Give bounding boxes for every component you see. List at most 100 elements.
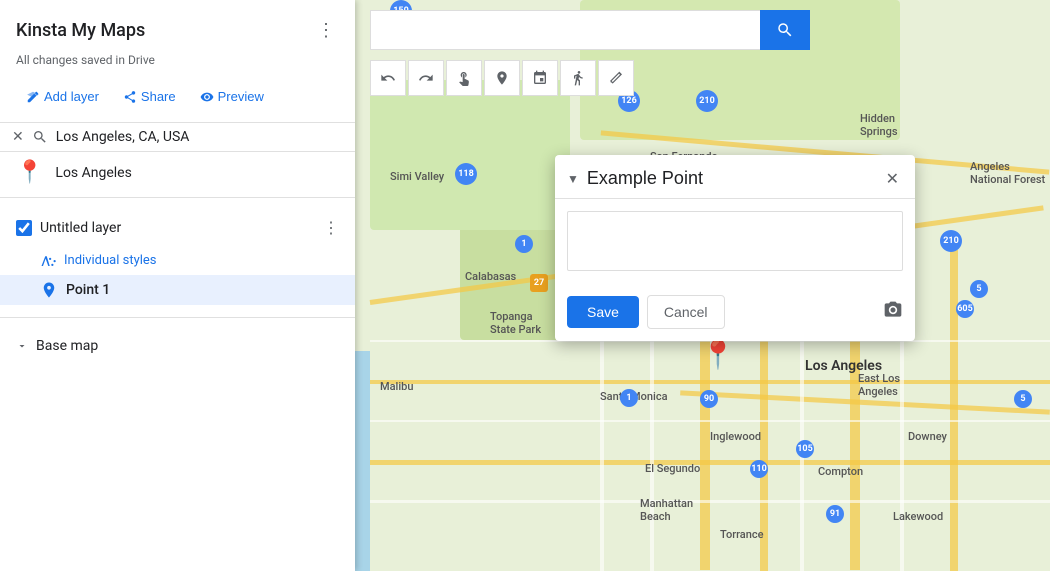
preview-icon bbox=[200, 90, 214, 104]
sidebar-subtitle: All changes saved in Drive bbox=[0, 53, 355, 79]
highway-badge-210b: 210 bbox=[940, 230, 962, 252]
highway-badge-110: 110 bbox=[750, 460, 768, 478]
layer-checkbox[interactable] bbox=[16, 220, 32, 236]
popup-collapse-button[interactable]: ▼ bbox=[567, 172, 579, 186]
road-8 bbox=[950, 250, 958, 571]
add-layer-label: Add layer bbox=[44, 89, 99, 104]
sidebar-header: Kinsta My Maps ⋮ bbox=[0, 0, 355, 53]
label-angeles-forest: AngelesNational Forest bbox=[970, 160, 1045, 186]
camera-button[interactable] bbox=[883, 300, 903, 325]
location-pin-icon: 📍 bbox=[16, 160, 43, 185]
highway-badge-5: 5 bbox=[970, 280, 988, 298]
preview-label: Preview bbox=[218, 89, 264, 104]
search-icon bbox=[776, 21, 794, 39]
label-simi-valley: Simi Valley bbox=[390, 170, 444, 183]
point-label: Point 1 bbox=[66, 282, 110, 298]
label-malibu: Malibu bbox=[380, 380, 413, 393]
map-tools bbox=[370, 60, 634, 96]
point-pin-icon bbox=[40, 281, 58, 299]
divider-2 bbox=[0, 317, 355, 318]
highway-badge-118: 118 bbox=[455, 163, 477, 185]
highway-badge-27: 27 bbox=[530, 274, 548, 292]
label-el-segundo: El Segundo bbox=[645, 462, 700, 475]
styles-icon bbox=[40, 251, 58, 269]
share-label: Share bbox=[141, 89, 176, 104]
highway-badge-605: 605 bbox=[956, 300, 974, 318]
ruler-icon bbox=[608, 70, 624, 86]
label-manhattan-beach: ManhattanBeach bbox=[640, 497, 693, 523]
top-toolbar bbox=[370, 10, 810, 50]
road-5 bbox=[370, 380, 1050, 384]
share-icon bbox=[123, 90, 137, 104]
sidebar-title: Kinsta My Maps bbox=[16, 20, 145, 41]
popup-close-button[interactable]: ✕ bbox=[882, 167, 903, 190]
redo-icon bbox=[418, 70, 434, 86]
search-icon-sidebar bbox=[32, 129, 48, 145]
label-topanga: TopangaState Park bbox=[490, 310, 541, 336]
individual-styles-button[interactable]: Individual styles bbox=[0, 245, 355, 275]
layer-section: Untitled layer ⋮ Individual styles Point… bbox=[0, 202, 355, 313]
minor-road-2 bbox=[370, 420, 1050, 422]
highway-badge-5b: 5 bbox=[1014, 390, 1032, 408]
layer-title: Untitled layer bbox=[40, 220, 121, 236]
layer-more-button[interactable]: ⋮ bbox=[323, 218, 339, 237]
popup-description-textarea[interactable] bbox=[567, 211, 903, 271]
popup-header: ▼ ✕ bbox=[555, 155, 915, 199]
label-inglewood: Inglewood bbox=[710, 430, 761, 443]
base-map-section[interactable]: Base map bbox=[0, 330, 355, 362]
route-button[interactable] bbox=[560, 60, 596, 96]
add-layer-button[interactable]: Add layer bbox=[16, 83, 109, 110]
route-icon bbox=[570, 70, 586, 86]
label-hidden-springs: HiddenSprings bbox=[860, 112, 898, 138]
park-area-3 bbox=[370, 80, 570, 230]
label-torrance: Torrance bbox=[720, 528, 763, 541]
highway-badge-91: 91 bbox=[826, 505, 844, 523]
sidebar-actions: Add layer Share Preview bbox=[0, 79, 355, 122]
label-compton: Compton bbox=[818, 465, 863, 478]
hand-icon bbox=[456, 70, 472, 86]
search-text: Los Angeles, CA, USA bbox=[56, 129, 190, 145]
top-search-button[interactable] bbox=[760, 10, 810, 50]
cancel-button[interactable]: Cancel bbox=[647, 295, 725, 329]
pan-button[interactable] bbox=[446, 60, 482, 96]
label-calabasas: Calabasas bbox=[465, 270, 516, 283]
share-button[interactable]: Share bbox=[113, 83, 186, 110]
search-area: ✕ Los Angeles, CA, USA bbox=[0, 122, 355, 152]
add-layer-icon bbox=[26, 90, 40, 104]
location-item[interactable]: 📍 Los Angeles bbox=[0, 152, 355, 193]
minor-road-7 bbox=[370, 500, 1050, 503]
popup-title-input[interactable] bbox=[587, 168, 882, 189]
popup-footer: Save Cancel bbox=[555, 287, 915, 341]
base-map-label: Base map bbox=[36, 338, 98, 354]
save-button[interactable]: Save bbox=[567, 296, 639, 328]
chevron-down-icon bbox=[16, 340, 28, 352]
highway-badge-1b: 1 bbox=[620, 389, 638, 407]
point-item[interactable]: Point 1 bbox=[0, 275, 355, 305]
search-bar-container bbox=[370, 10, 810, 50]
marker-button[interactable] bbox=[484, 60, 520, 96]
highway-badge-210: 210 bbox=[696, 90, 718, 112]
undo-button[interactable] bbox=[370, 60, 406, 96]
highway-badge-1: 1 bbox=[515, 235, 533, 253]
sidebar-more-button[interactable]: ⋮ bbox=[313, 16, 339, 45]
label-downey: Downey bbox=[908, 430, 947, 443]
divider bbox=[0, 197, 355, 198]
highway-badge-105: 105 bbox=[796, 440, 814, 458]
preview-button[interactable]: Preview bbox=[190, 83, 274, 110]
map-pin-blue[interactable]: 📍 bbox=[701, 338, 736, 371]
undo-icon bbox=[380, 70, 396, 86]
camera-icon bbox=[883, 300, 903, 320]
road-6 bbox=[370, 460, 1050, 465]
search-clear-button[interactable]: ✕ bbox=[12, 129, 24, 145]
highway-badge-90: 90 bbox=[700, 390, 718, 408]
redo-button[interactable] bbox=[408, 60, 444, 96]
top-search-input[interactable] bbox=[370, 10, 760, 50]
label-lakewood: Lakewood bbox=[893, 510, 943, 523]
individual-styles-label: Individual styles bbox=[64, 253, 157, 268]
popup-dialog: ▼ ✕ Save Cancel bbox=[555, 155, 915, 341]
layer-header: Untitled layer ⋮ bbox=[0, 210, 355, 245]
polygon-icon bbox=[532, 70, 548, 86]
ruler-button[interactable] bbox=[598, 60, 634, 96]
polygon-button[interactable] bbox=[522, 60, 558, 96]
layer-header-left: Untitled layer bbox=[16, 220, 121, 236]
